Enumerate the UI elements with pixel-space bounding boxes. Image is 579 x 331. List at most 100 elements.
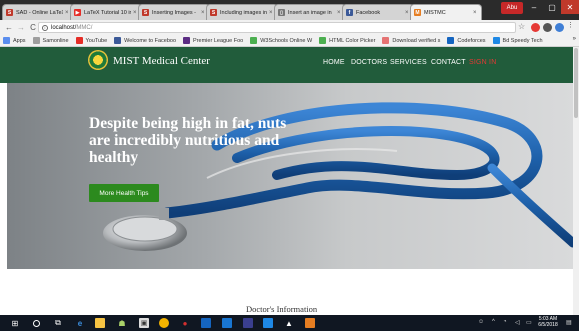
notifications-icon[interactable]: ▤ [566,319,572,326]
browser-tab[interactable]: S Including images in × [206,4,278,20]
bookmark-item[interactable]: Download verified s [382,37,440,44]
back-icon[interactable]: ← [4,23,14,32]
browser-tab[interactable]: ▶ LaTeX Tutorial 10 in × [70,4,142,20]
app-icon[interactable] [201,318,211,328]
url-host: localhost/ [51,24,77,31]
tab-title: Insert an image in [288,9,332,16]
network-icon[interactable]: ◔ [503,319,507,325]
bookmark-icon [382,37,390,44]
browser-tab[interactable]: S Inserting Images - × [138,4,210,20]
tab-favicon-icon: ▶ [74,9,81,16]
tray-chevron-icon[interactable]: ^ [492,319,495,325]
browser-tab[interactable]: M MISTMC × [410,4,482,20]
nav-home[interactable]: HOME [323,59,345,66]
tab-close-icon[interactable]: × [473,10,478,16]
bookmarks-overflow-icon[interactable]: » [573,36,576,42]
bookmark-icon [183,37,191,44]
site-logo[interactable] [88,50,108,70]
file-explorer-icon[interactable] [95,318,105,328]
extension-icon[interactable] [531,23,540,32]
tab-favicon-icon: M [414,9,421,16]
extension-icon[interactable] [543,23,552,32]
clock-date: 6/5/2018 [538,322,558,328]
section-title: Doctor's Information [246,304,318,314]
forward-icon[interactable]: → [16,23,26,32]
bookmark-label: Codeforces [457,37,486,44]
close-window-icon[interactable]: ✕ [561,0,579,14]
bookmark-item[interactable]: Premier League Foo [183,37,243,44]
stethoscope-image [103,102,573,251]
info-icon[interactable]: i [42,24,48,31]
bookmark-label: W3Schools Online W [260,37,313,44]
app-icon[interactable]: ● [180,318,190,328]
volume-icon[interactable]: ◁ [515,319,520,326]
profile-button[interactable]: Abu [501,2,523,14]
browser-tab[interactable]: f Facebook × [342,4,414,20]
store-icon[interactable]: ▣ [139,318,149,328]
windows-start-icon[interactable]: ⊞ [10,318,20,328]
menu-icon[interactable]: ⋮ [567,21,574,30]
bookmark-item[interactable]: HTML Color Picker [319,37,375,44]
search-icon[interactable] [33,320,40,327]
browser-tab[interactable]: ▯ Insert an image in × [274,4,346,20]
task-view-icon[interactable]: ⧉ [53,318,63,328]
battery-icon[interactable]: ▭ [526,319,532,326]
bookmark-item[interactable]: Welcome to Faceboo [114,37,176,44]
minimize-icon[interactable]: – [525,0,543,14]
bookmark-item[interactable]: Samonline [32,37,69,44]
nav-sign-in[interactable]: SIGN IN [469,59,496,66]
nav-services[interactable]: SERVICES [390,59,427,66]
bookmark-icon [447,37,455,44]
bookmark-icon [492,37,500,44]
taskbar-clock[interactable]: 5:03 AM 6/5/2018 [538,316,558,328]
app-icon[interactable] [305,318,315,328]
hero-headline: Despite being high in fat, nuts are incr… [89,115,287,166]
tab-favicon-icon: S [6,9,13,16]
scrollbar-thumb[interactable] [574,48,578,118]
tab-favicon-icon: S [210,9,217,16]
bookmark-label: YouTube [85,37,108,44]
photos-icon[interactable]: ▲ [284,318,294,328]
bookmark-icon [75,37,83,44]
bookmark-label: Apps [13,37,26,44]
people-icon[interactable]: ☺ [478,319,484,325]
bookmark-item[interactable]: YouTube [75,37,108,44]
nav-contact[interactable]: CONTACT [431,59,466,66]
bookmark-star-icon[interactable]: ☆ [518,22,525,31]
address-bar[interactable]: i localhost/MMC/ [38,22,516,33]
bookmark-label: Download verified s [392,37,441,44]
bookmark-item[interactable]: W3Schools Online W [250,37,312,44]
nav-doctors[interactable]: DOCTORS [351,59,387,66]
browser-tab[interactable]: S SAD - Online LaTeX × [2,4,74,20]
bookmark-label: HTML Color Picker [329,37,376,44]
edge-icon[interactable]: e [75,318,85,328]
bookmark-label: Samonline [42,37,69,44]
bookmark-icon [250,37,258,44]
bookmark-item[interactable]: Apps [3,37,26,44]
tab-favicon-icon: S [142,9,149,16]
bookmark-icon [3,37,10,44]
app-icon[interactable] [263,318,273,328]
bookmark-label: Bd Speedy Tech [502,37,543,44]
browser-tab-strip: S SAD - Online LaTeX × ▶ LaTeX Tutorial 10 i… [0,0,579,20]
reload-icon[interactable]: C [28,23,38,32]
extension-icon[interactable] [555,23,564,32]
bookmark-icon [32,37,40,44]
maximize-icon[interactable]: ▢ [543,0,561,14]
tab-title: Inserting Images - [152,9,197,16]
tab-favicon-icon: f [346,9,353,16]
android-icon[interactable]: ☗ [117,318,127,328]
chrome-icon[interactable] [159,318,169,328]
tab-favicon-icon: ▯ [278,9,285,16]
bookmark-label: Welcome to Faceboo [124,37,177,44]
hero-banner [7,83,573,269]
site-brand[interactable]: MIST Medical Center [113,55,210,67]
app-icon[interactable] [243,318,253,328]
bookmark-item[interactable]: Codeforces [447,37,486,44]
bookmark-item[interactable]: Bd Speedy Tech [492,37,543,44]
app-icon[interactable] [222,318,232,328]
url-path: MMC/ [76,24,93,31]
tab-title: SAD - Online LaTeX [16,9,63,16]
bookmark-label: Premier League Foo [193,37,244,44]
more-health-tips-button[interactable]: More Health Tips [89,184,159,202]
